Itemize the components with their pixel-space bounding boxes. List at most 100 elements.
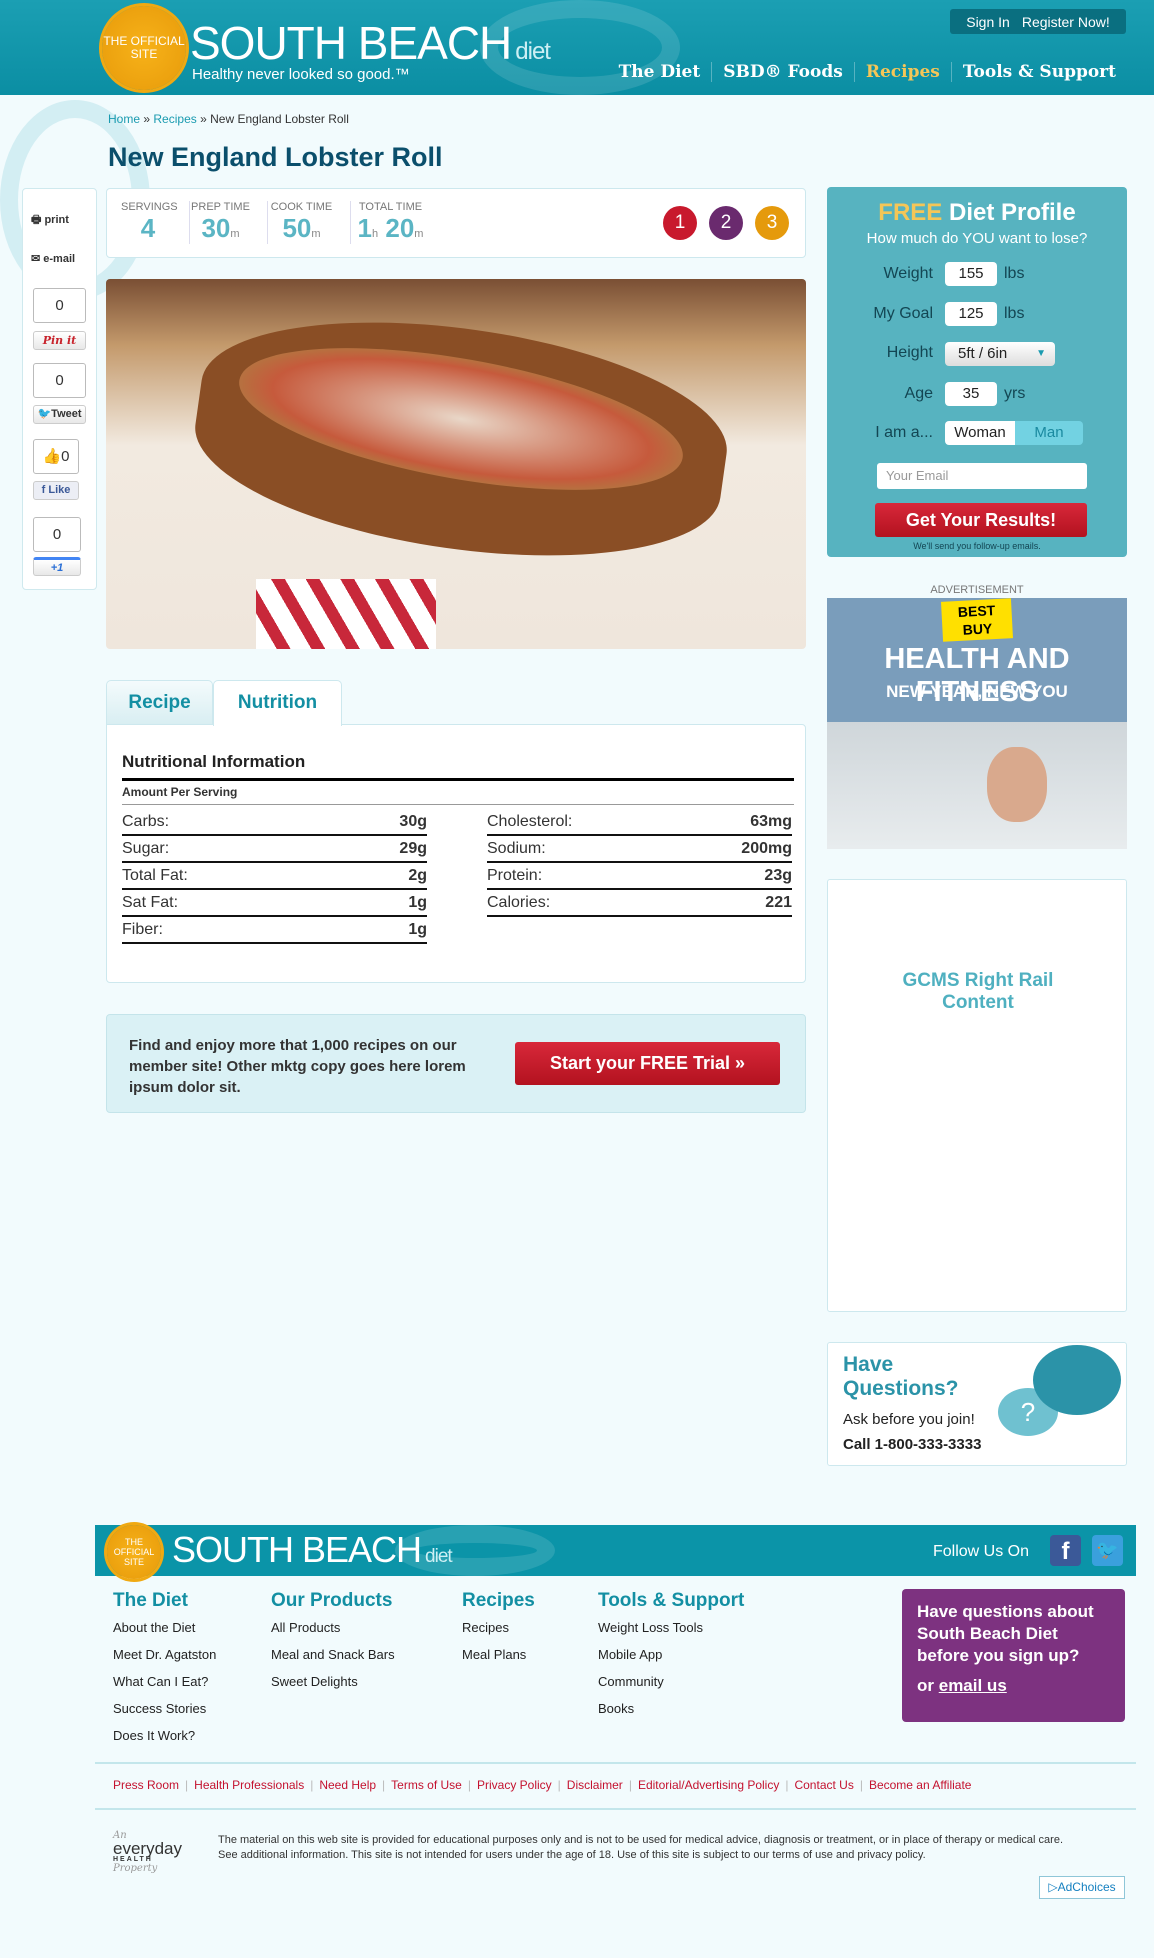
phase-1-badge[interactable]: 1 (663, 206, 697, 240)
footer-divider (95, 1808, 1136, 1810)
woman-option[interactable]: Woman (945, 421, 1015, 445)
prep-unit: m (230, 228, 240, 240)
pin-it-button[interactable]: Pin it (33, 331, 86, 350)
footer-bottom-link[interactable]: Become an Affiliate (869, 1778, 972, 1792)
footer-link[interactable]: Success Stories (113, 1701, 216, 1728)
breadcrumb-recipes[interactable]: Recipes (153, 112, 196, 126)
footer-link[interactable]: About the Diet (113, 1620, 216, 1647)
footer-link[interactable]: Mobile App (598, 1647, 744, 1674)
footer-link[interactable]: Books (598, 1701, 744, 1728)
nutrient-label: Fiber: (122, 921, 163, 938)
footer-links: Press Room | Health Professionals | Need Hel… (113, 1778, 1113, 1792)
sign-in-link[interactable]: Sign In (966, 14, 1010, 30)
facebook-icon[interactable]: f (1050, 1535, 1081, 1566)
print-label: print (44, 214, 69, 226)
footer-link[interactable]: What Can I Eat? (113, 1674, 216, 1701)
footer-link[interactable]: All Products (271, 1620, 395, 1647)
start-free-trial-button[interactable]: Start your FREE Trial » (515, 1042, 780, 1085)
print-button[interactable]: 🖶 print (31, 211, 69, 230)
height-value: 5ft / 6in (958, 345, 1008, 362)
phone-number[interactable]: Call 1-800-333-3333 (843, 1436, 981, 1453)
nutrient-value: 23g (764, 867, 792, 884)
weight-input[interactable]: 155 (945, 262, 997, 286)
separator: | (859, 1778, 863, 1792)
advertisement-label: ADVERTISEMENT (930, 584, 1024, 596)
phase-2-badge[interactable]: 2 (709, 206, 743, 240)
nutrient-label: Protein: (487, 867, 543, 884)
breadcrumb-current: New England Lobster Roll (210, 112, 349, 126)
footer-link[interactable]: Weight Loss Tools (598, 1620, 744, 1647)
footer-link[interactable]: Meal Plans (462, 1647, 535, 1674)
nutrition-row: Sugar: 29g (122, 836, 427, 863)
share-sidebar: 🖶 print ✉ e-mail 0 Pin it 0 🐦Tweet 👍0 f … (22, 188, 97, 590)
best-buy-ad[interactable]: BEST BUY HEALTH AND FITNESS NEW YEAR, NE… (827, 598, 1127, 849)
divider (122, 778, 794, 781)
footer-bottom-link[interactable]: Need Help (319, 1778, 376, 1792)
like-button[interactable]: f Like (33, 481, 79, 500)
footer-logo[interactable]: SOUTH BEACH diet (172, 1529, 453, 1571)
right-rail-content: GCMS Right Rail Content (827, 879, 1127, 1312)
separator: | (467, 1778, 471, 1792)
footer-link[interactable]: Does It Work? (113, 1728, 216, 1755)
prep-label: PREP TIME (191, 201, 250, 213)
nav-tools-support[interactable]: Tools & Support (950, 62, 1127, 82)
footer-link[interactable]: Meal and Snack Bars (271, 1647, 395, 1674)
nutrient-value: 30g (399, 813, 427, 830)
nav-sbd-foods[interactable]: SBD® Foods (711, 62, 854, 82)
cook-label: COOK TIME (270, 201, 333, 213)
questions-title: Have Questions? (843, 1353, 959, 1400)
footer-bottom-link[interactable]: Terms of Use (391, 1778, 462, 1792)
footer-bottom-link[interactable]: Contact Us (794, 1778, 853, 1792)
email-button[interactable]: ✉ e-mail (31, 252, 75, 265)
footer-link[interactable]: Recipes (462, 1620, 535, 1647)
ad-photo (827, 722, 1127, 849)
height-select[interactable]: 5ft / 6in ▼ (945, 342, 1055, 366)
register-link[interactable]: Register Now! (1022, 14, 1110, 30)
get-results-button[interactable]: Get Your Results! (875, 503, 1087, 537)
total-minutes: 20 (385, 213, 415, 243)
diet-profile-form: FREE Diet Profile How much do YOU want t… (827, 187, 1127, 557)
separator: | (382, 1778, 386, 1792)
cook-unit: m (311, 228, 321, 240)
promo-text: Find and enjoy more that 1,000 recipes o… (129, 1037, 466, 1096)
envelope-icon: ✉ (31, 253, 41, 265)
nutrient-value: 221 (765, 894, 792, 911)
nav-the-diet[interactable]: The Diet (608, 62, 712, 82)
profile-subtitle: How much do YOU want to lose? (866, 230, 1088, 247)
weight-unit: lbs (1004, 265, 1025, 282)
footer-link[interactable]: Meet Dr. Agatston (113, 1647, 216, 1674)
like-label: Like (48, 484, 71, 496)
tweet-button[interactable]: 🐦Tweet (33, 405, 86, 424)
adchoices-button[interactable]: ▷AdChoices (1039, 1876, 1125, 1899)
breadcrumb-home[interactable]: Home (108, 112, 140, 126)
age-input[interactable]: 35 (945, 382, 997, 406)
email-us-link[interactable]: email us (939, 1676, 1007, 1695)
nav-recipes[interactable]: Recipes (853, 62, 951, 82)
nutrition-row: Cholesterol: 63mg (487, 809, 792, 836)
tab-recipe[interactable]: Recipe (106, 680, 213, 725)
twitter-icon[interactable]: 🐦 (1092, 1535, 1123, 1566)
minutes-unit: m (414, 228, 424, 240)
email-input[interactable]: Your Email (877, 463, 1087, 489)
logo[interactable]: SOUTH BEACH diet (190, 16, 551, 70)
man-option[interactable]: Man (1015, 421, 1083, 445)
footer-link[interactable]: Community (598, 1674, 744, 1701)
nutrition-row: Calories: 221 (487, 890, 792, 917)
footer-bottom-link[interactable]: Editorial/Advertising Policy (638, 1778, 779, 1792)
footer-bottom-link[interactable]: Press Room (113, 1778, 179, 1792)
height-label: Height (886, 344, 933, 361)
servings-value: 4 (140, 213, 156, 243)
plusone-button[interactable]: +1 (33, 557, 81, 576)
footer-bottom-link[interactable]: Health Professionals (194, 1778, 304, 1792)
phase-3-badge[interactable]: 3 (755, 206, 789, 240)
brand-sub: diet (515, 38, 551, 65)
adchoices-icon: ▷ (1048, 1880, 1058, 1894)
tab-nutrition[interactable]: Nutrition (213, 680, 342, 726)
goal-input[interactable]: 125 (945, 302, 997, 326)
footer-bottom-link[interactable]: Disclaimer (567, 1778, 623, 1792)
nutrition-row: Protein: 23g (487, 863, 792, 890)
footer-bottom-link[interactable]: Privacy Policy (477, 1778, 552, 1792)
everyday-health-logo: An everyday HEALTH Property (113, 1830, 193, 1885)
eh-everyday: everyday (113, 1839, 182, 1858)
footer-link[interactable]: Sweet Delights (271, 1674, 395, 1701)
